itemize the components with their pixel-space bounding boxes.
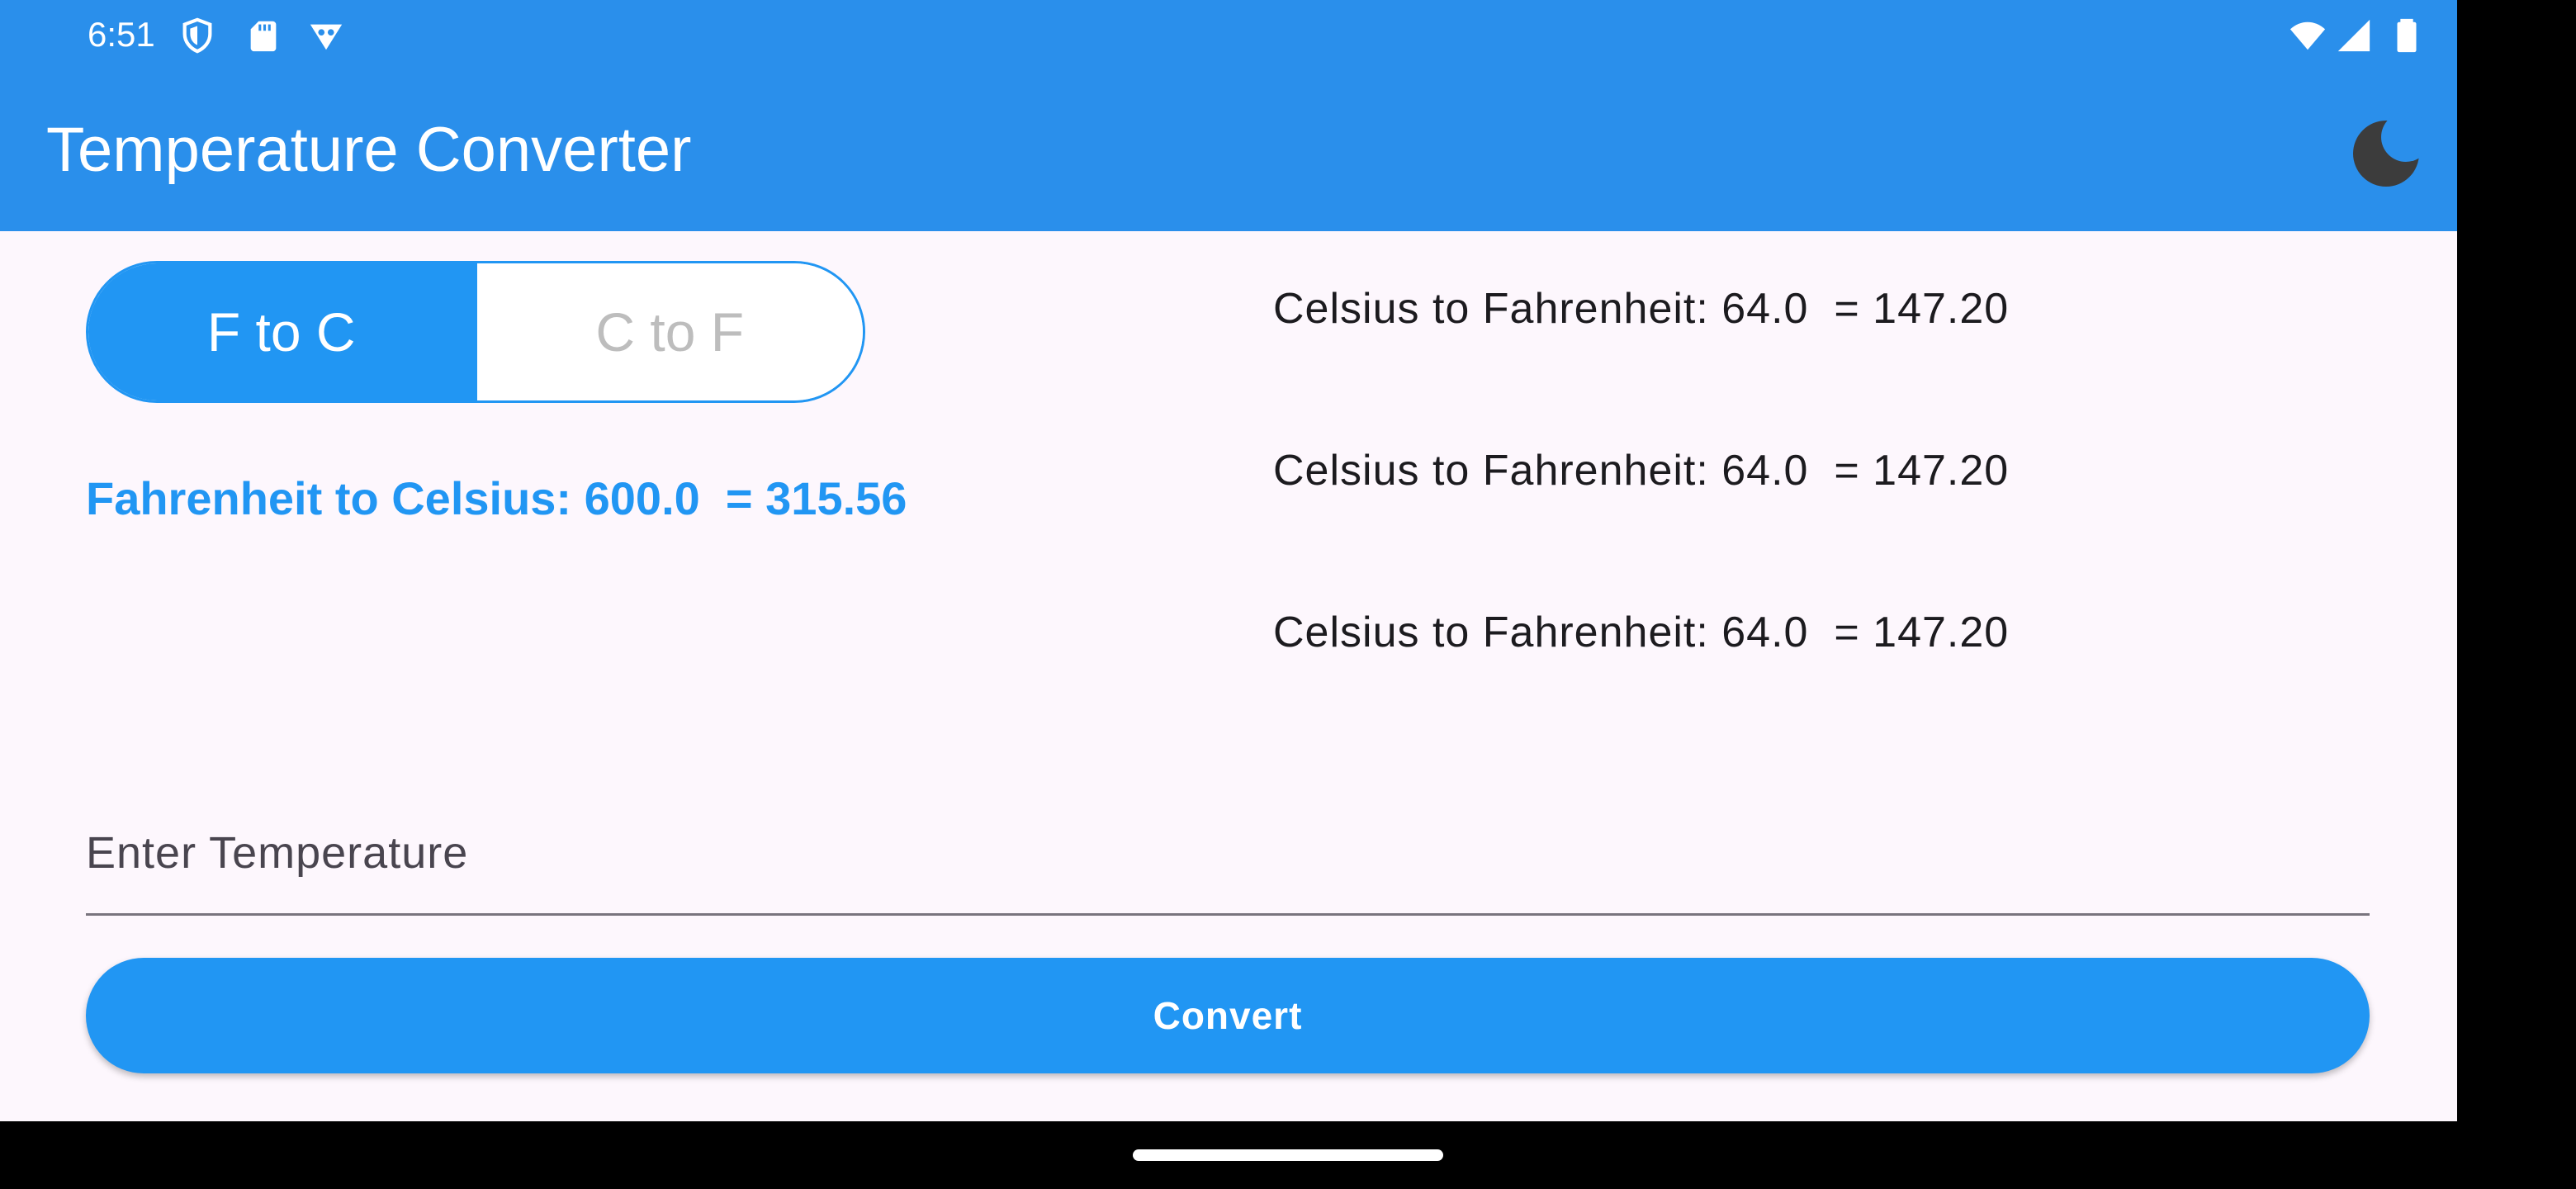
sd-card-icon: [244, 17, 282, 54]
current-result: Fahrenheit to Celsius: 600.0 = 315.56: [86, 472, 907, 524]
history-item: Celsius to Fahrenheit: 64.0 = 147.20: [1273, 285, 2010, 333]
theme-toggle-button[interactable]: [2345, 112, 2427, 195]
signal-icon: [2335, 17, 2373, 54]
screen-edge: [2457, 0, 2576, 1189]
convert-button[interactable]: Convert: [86, 958, 2370, 1073]
history-item: Celsius to Fahrenheit: 64.0 = 147.20: [1273, 609, 2010, 656]
f-to-c-option[interactable]: F to C: [88, 263, 477, 400]
temperature-field: [86, 793, 2370, 917]
conversion-mode-selector: F to C C to F: [86, 261, 865, 403]
app-title: Temperature Converter: [46, 115, 692, 185]
moon-icon: [2353, 112, 2427, 187]
battery-icon: [2388, 17, 2426, 54]
status-bar: 6:51: [0, 0, 2457, 69]
home-handle[interactable]: [1133, 1149, 1443, 1161]
history-item: Celsius to Fahrenheit: 64.0 = 147.20: [1273, 447, 2010, 495]
navigation-bar: [0, 1121, 2576, 1189]
conversion-history-list: Celsius to Fahrenheit: 64.0 = 147.20 Cel…: [1273, 277, 2346, 763]
c-to-f-option[interactable]: C to F: [476, 263, 863, 400]
status-time: 6:51: [88, 15, 155, 54]
app-screen: 6:51 Temperature Converter F to C C to F…: [0, 0, 2457, 1121]
shield-icon: [178, 17, 216, 54]
vpn-key-icon: [307, 17, 345, 54]
temperature-input[interactable]: [86, 793, 2370, 916]
wifi-icon: [2289, 17, 2327, 54]
app-bar: Temperature Converter: [0, 69, 2457, 231]
